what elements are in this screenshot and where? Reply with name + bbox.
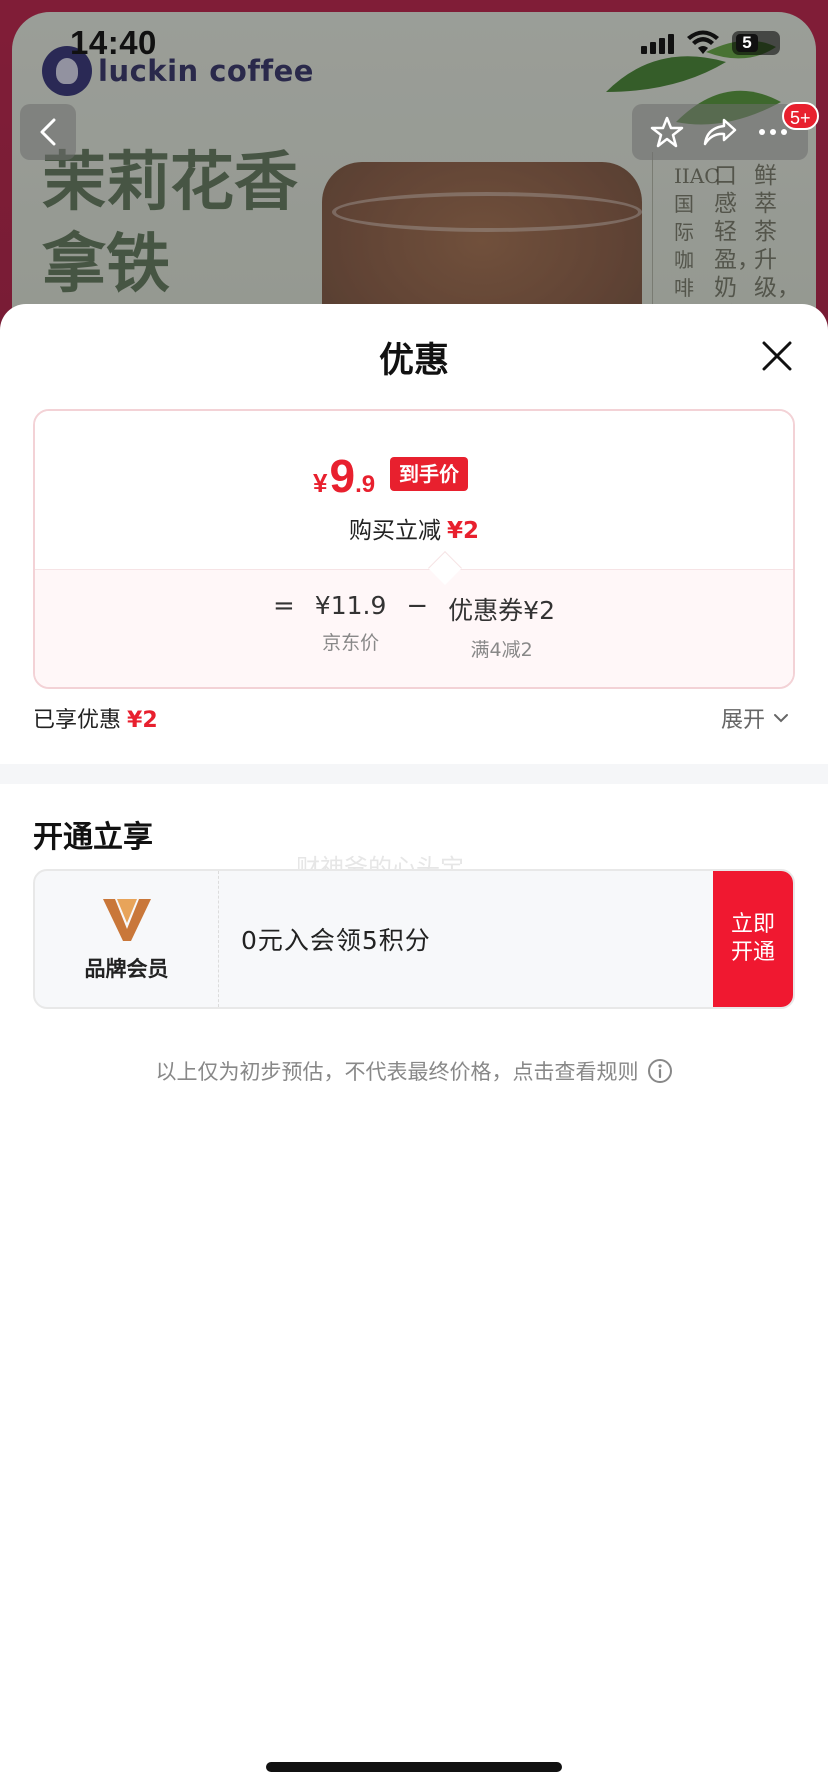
join-now-button[interactable]: 立即 开通 [713,871,793,1007]
signal-icon [641,32,674,54]
back-button[interactable] [20,104,76,160]
jd-price-value: ¥11.9 [314,591,387,620]
instant-discount-amount: ¥2 [446,518,479,544]
brand-membership-card[interactable]: 品牌会员 0元入会领5积分 立即 开通 [33,869,795,1009]
wifi-icon [687,30,719,54]
formula-equals: = [273,591,295,621]
final-price-tag: 到手价 [390,457,468,491]
member-brand-label: 品牌会员 [84,957,169,981]
notification-badge: 5+ [782,102,819,130]
brand-member-logo-icon [102,899,151,941]
chevron-down-icon [774,714,789,723]
chevron-left-icon [40,118,56,146]
enjoyed-discount-label: 已享优惠 [33,708,122,733]
disclaimer-text: 以上仅为初步预估，不代表最终价格，点击查看规则 [155,1060,639,1084]
discount-sheet: 优惠 ¥ 9 .9 到手价 购买立减 ¥2 = ¥11.9 京东价 − 优惠券¥2… [0,304,828,1792]
sheet-title: 优惠 [378,341,449,381]
info-icon[interactable] [647,1058,673,1084]
battery-level: 5 [736,34,758,52]
member-brand-panel: 品牌会员 [35,871,219,1007]
price-integer: 9 [329,450,356,502]
status-icons: 5 [641,30,780,56]
star-icon [650,116,683,148]
membership-section-title: 开通立享 [33,820,153,855]
price-decimal: .9 [355,471,376,498]
home-indicator[interactable] [266,1762,562,1772]
share-button[interactable] [700,112,740,152]
formula-minus: − [406,591,429,621]
price-breakdown-card: ¥ 9 .9 到手价 购买立减 ¥2 = ¥11.9 京东价 − 优惠券¥2 满4… [33,409,795,689]
coupon-rule: 满4减2 [470,639,533,661]
join-now-line1: 立即 [730,912,775,937]
favorite-button[interactable] [647,112,687,152]
section-divider [0,764,828,784]
price-formula: = ¥11.9 京东价 − 优惠券¥2 满4减2 [35,591,793,662]
price-currency: ¥ [313,468,328,498]
jd-price-column: ¥11.9 京东价 [315,591,387,655]
instant-discount-label: 购买立减 [348,518,441,544]
expand-button[interactable]: 展开 [721,702,789,734]
coupon-value: 优惠券¥2 [448,596,555,625]
enjoyed-discount-amount: ¥2 [127,708,158,733]
disclaimer[interactable]: 以上仅为初步预估，不代表最终价格，点击查看规则 [0,1056,828,1086]
expand-label: 展开 [721,708,766,733]
final-price: ¥ 9 .9 [313,449,375,503]
more-dots-icon [759,129,788,135]
coupon-column: 优惠券¥2 满4减2 [448,591,555,662]
share-icon [703,118,737,146]
jd-price-label: 京东价 [322,632,380,654]
battery-icon: 5 [732,31,780,55]
member-offer-text: 0元入会领5积分 [241,926,431,955]
enjoyed-discount: 已享优惠 ¥2 [33,702,158,734]
instant-discount: 购买立减 ¥2 [35,511,793,545]
close-icon[interactable] [760,339,794,373]
status-time: 14:40 [70,24,157,61]
join-now-line2: 开通 [730,940,775,965]
